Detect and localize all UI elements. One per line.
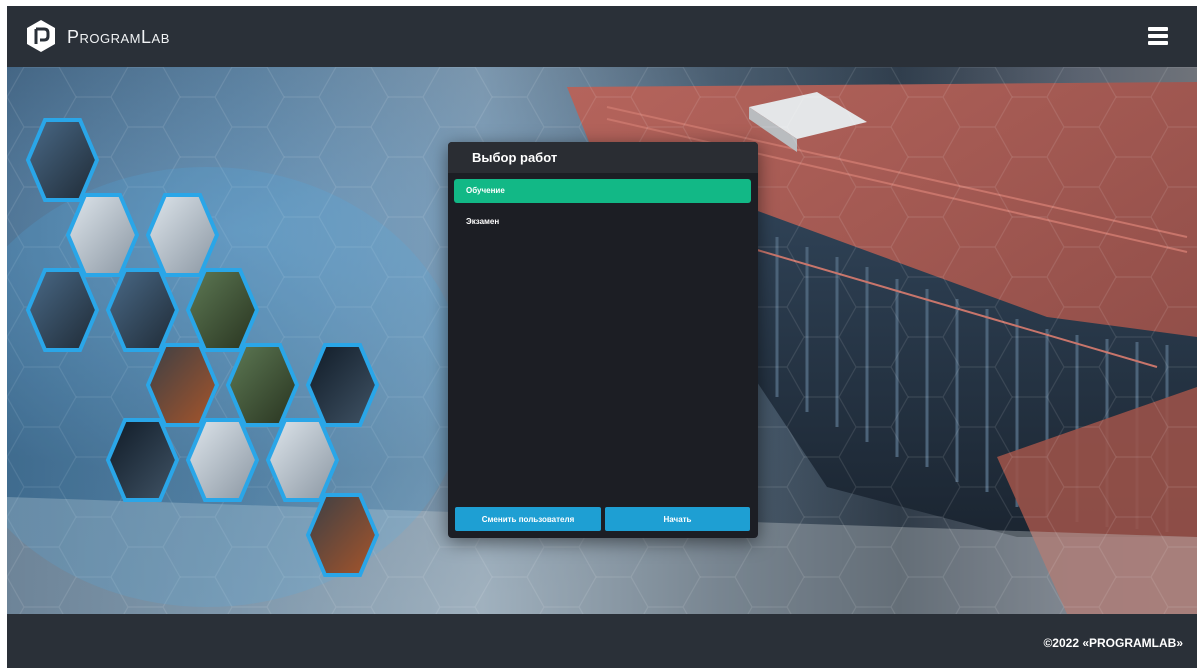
hex-tile-machinery (305, 493, 380, 577)
hex-tile-tanker-ship (105, 418, 180, 502)
hex-tile-stand (105, 268, 180, 352)
dialog-title: Выбор работ (472, 150, 558, 165)
hex-tile-lab-equipment (65, 193, 140, 277)
dialog-header: Выбор работ (448, 142, 758, 173)
app-window: ProgramLab Выбор работ Обучение Экзамен … (7, 6, 1197, 668)
footer: ©2022 «PROGRAMLAB» (7, 614, 1197, 668)
hex-tile-rocket-engine (305, 343, 380, 427)
hex-tile-panel-rack (265, 418, 340, 502)
programlab-logo-icon (27, 20, 55, 52)
brand-name: ProgramLab (67, 27, 170, 47)
hexagon-collage (25, 118, 380, 577)
work-selection-dialog: Выбор работ Обучение Экзамен Сменить пол… (448, 142, 758, 538)
list-item-exam[interactable]: Экзамен (454, 210, 751, 234)
hex-tile-workbench (145, 193, 220, 277)
hex-tile-structure (185, 418, 260, 502)
copyright-text: ©2022 «PROGRAMLAB» (1043, 636, 1183, 650)
hex-tile-instrument (25, 268, 100, 352)
start-button[interactable]: Начать (605, 507, 750, 531)
hamburger-menu-icon[interactable] (1148, 27, 1168, 45)
top-bar: ProgramLab (7, 6, 1197, 67)
hex-tile-pump-jack (185, 268, 260, 352)
hex-tile-furnace (145, 343, 220, 427)
hex-tile-control-panel (25, 118, 100, 202)
change-user-button[interactable]: Сменить пользователя (455, 507, 601, 531)
hex-tile-substation (225, 343, 300, 427)
list-item-training[interactable]: Обучение (454, 179, 751, 203)
list-item-label: Экзамен (466, 217, 500, 226)
list-item-label: Обучение (466, 186, 505, 195)
